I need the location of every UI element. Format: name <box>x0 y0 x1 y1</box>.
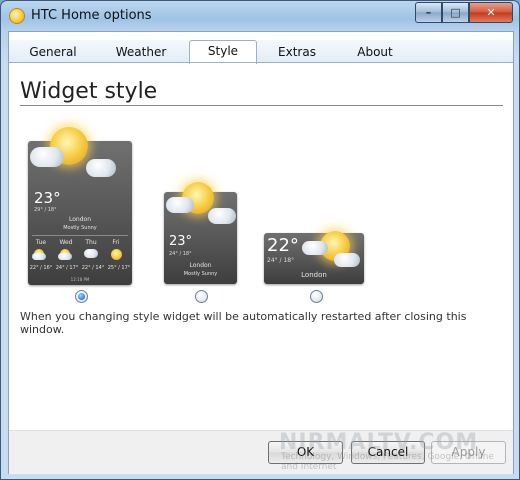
current-temp: 23° <box>34 189 61 207</box>
forecast-rain-icon <box>84 249 98 258</box>
condition-text: Mostly Sunny <box>183 271 218 277</box>
watermark-subtext: Technology, Windows, Features, Google, O… <box>281 452 494 472</box>
options-window: HTC Home options – □ ✕ General Weather S… <box>0 0 520 480</box>
forecast-day: Tue <box>35 239 47 246</box>
window-title: HTC Home options <box>31 8 152 23</box>
title-bar[interactable]: HTC Home options – □ ✕ <box>1 1 519 31</box>
forecast-cloud-icon <box>32 253 46 260</box>
temp-range: 24° / 18° <box>267 257 295 264</box>
page-title: Widget style <box>20 79 158 104</box>
cloud-icon <box>166 197 194 213</box>
cloud-icon <box>30 147 64 167</box>
cloud-icon <box>208 208 236 224</box>
tab-extras[interactable]: Extras <box>267 42 327 62</box>
style-radio-medium[interactable] <box>195 290 208 303</box>
temp-range: 29° / 18° <box>34 207 57 213</box>
heading-divider <box>20 105 503 106</box>
tab-style[interactable]: Style <box>189 40 257 64</box>
app-sun-icon <box>9 8 25 24</box>
forecast-temps: 22° / 14° <box>81 265 105 271</box>
forecast-temps: 24° / 17° <box>55 265 79 271</box>
forecast-day: Wed <box>59 239 73 246</box>
condition-text: Mostly Sunny <box>63 225 97 231</box>
cloud-icon <box>86 159 116 177</box>
updated-time: 12:18 PM <box>70 277 90 282</box>
maximize-button[interactable]: □ <box>442 2 469 23</box>
current-temp: 22° <box>267 235 299 256</box>
style-radio-large[interactable] <box>75 290 88 303</box>
minimize-button[interactable]: – <box>415 2 442 23</box>
restart-note: When you changing style widget will be a… <box>20 310 467 336</box>
tab-divider <box>9 62 513 63</box>
temp-range: 24° / 18° <box>169 251 192 257</box>
style-preview-small[interactable]: 22° 24° / 18° London <box>264 231 364 284</box>
forecast-temps: 22° / 16° <box>29 265 53 271</box>
forecast-day: Fri <box>112 239 120 246</box>
tab-strip: General Weather Style Extras About <box>9 40 513 64</box>
city-name: London <box>189 262 212 269</box>
forecast-divider <box>32 235 128 236</box>
forecast-cloud-icon <box>58 253 72 260</box>
dialog-client: General Weather Style Extras About Widge… <box>8 31 514 474</box>
cloud-icon <box>334 253 360 267</box>
close-button[interactable]: ✕ <box>469 2 513 23</box>
cloud-icon <box>302 241 328 255</box>
style-preview-large[interactable]: 23° 29° / 18° London Mostly Sunny Tue We… <box>28 127 132 285</box>
forecast-temps: 25° / 17° <box>107 265 131 271</box>
tab-weather[interactable]: Weather <box>107 42 175 62</box>
forecast-day: Thu <box>85 239 97 246</box>
city-name: London <box>301 271 327 279</box>
tab-general[interactable]: General <box>19 42 87 62</box>
forecast-sun-icon <box>111 249 122 260</box>
window-controls: – □ ✕ <box>415 2 513 23</box>
current-temp: 23° <box>169 234 193 249</box>
style-radio-small[interactable] <box>310 290 323 303</box>
tab-about[interactable]: About <box>343 42 407 62</box>
style-preview-medium[interactable]: 23° 24° / 18° London Mostly Sunny <box>164 182 237 284</box>
city-name: London <box>69 216 91 223</box>
